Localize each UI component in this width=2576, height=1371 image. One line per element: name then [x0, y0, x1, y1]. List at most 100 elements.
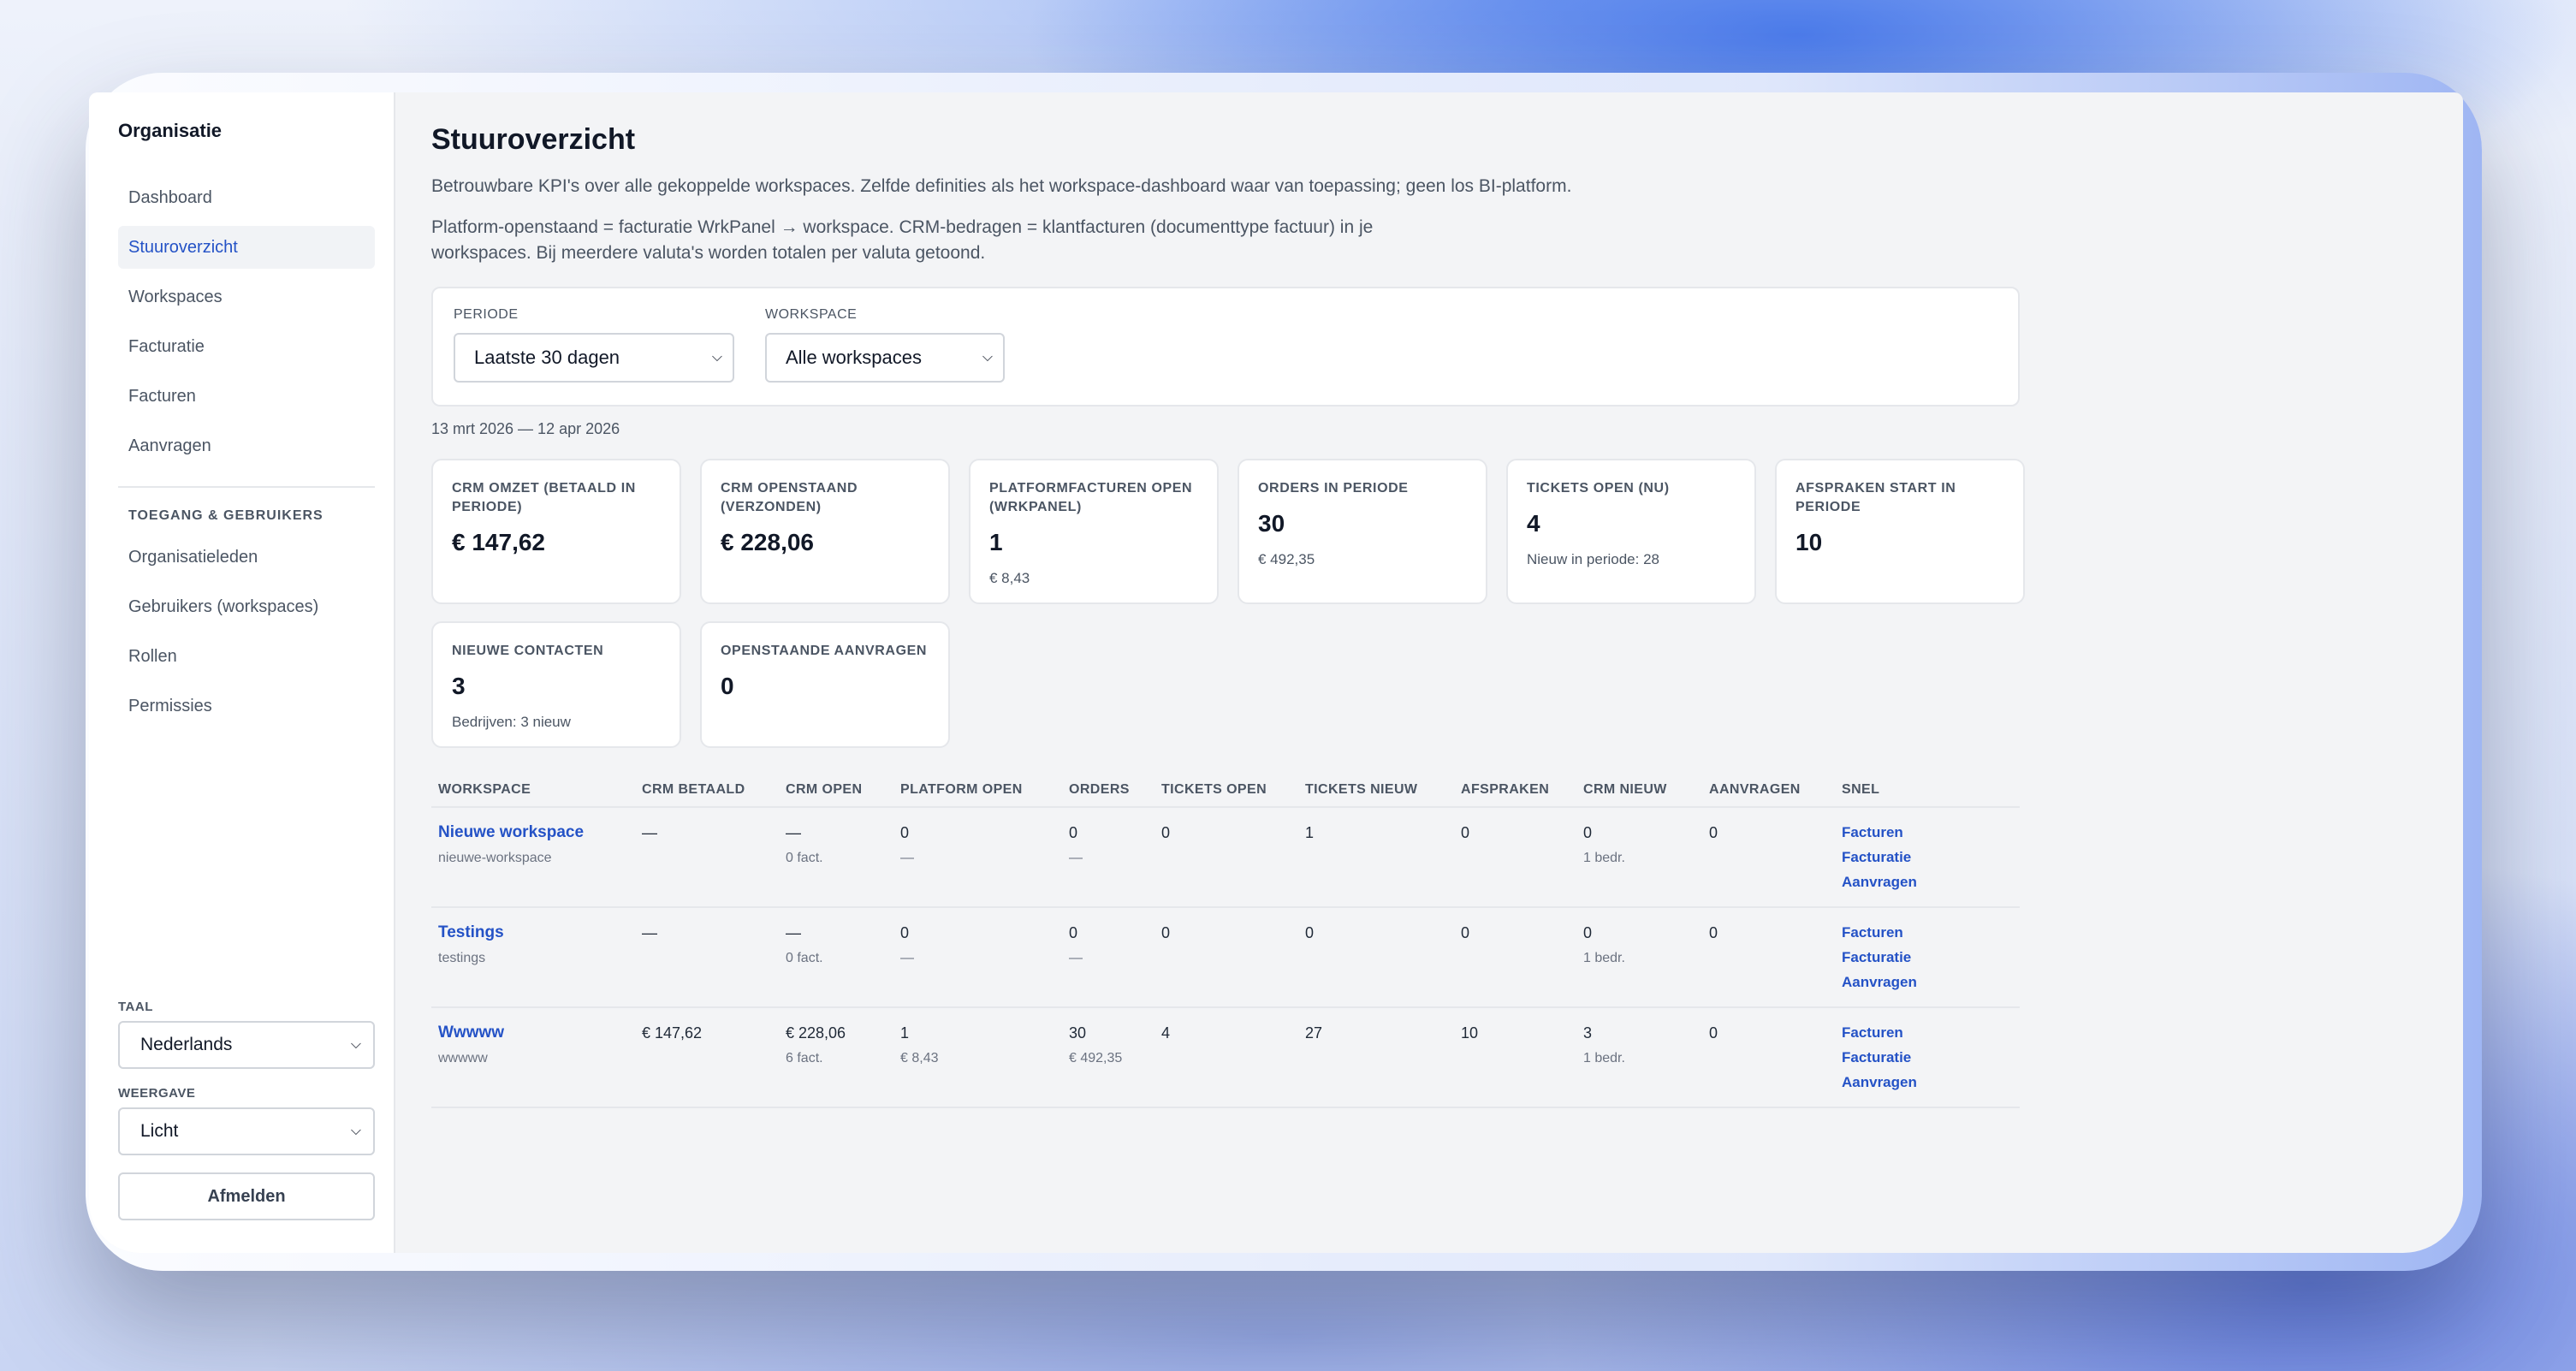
- kpi-sub: € 492,35: [1258, 551, 1315, 567]
- workspace-slug: nieuwe-workspace: [438, 851, 552, 865]
- main-content: Stuuroverzicht Betrouwbare KPI's over al…: [395, 92, 2463, 1253]
- sidebar-item-gebruikers[interactable]: Gebruikers (workspaces): [118, 585, 375, 628]
- kpi-value: 0: [721, 673, 734, 699]
- kpi-label: OPENSTAANDE AANVRAGEN: [721, 644, 928, 658]
- kpi-value: 1: [989, 529, 1003, 555]
- quick-link-facturatie[interactable]: Facturatie: [1842, 845, 2013, 869]
- language-label: TAAL: [118, 1000, 153, 1014]
- table-row: Nieuwe workspace nieuwe-workspace — — 0 fa…: [431, 807, 2020, 908]
- page-description: Betrouwbare KPI's over alle gekoppelde w…: [431, 176, 1572, 196]
- platform-open-sub: —: [900, 851, 914, 865]
- period-value: Laatste 30 dagen: [474, 347, 620, 368]
- sidebar-item-organisatieleden[interactable]: Organisatieleden: [118, 536, 375, 579]
- period-filter: PERIODE Laatste 30 dagen ⌵: [454, 307, 734, 386]
- tickets-open: 0: [1154, 807, 1298, 908]
- logout-button[interactable]: Afmelden: [118, 1172, 375, 1220]
- platform-open: 0: [900, 824, 910, 841]
- quick-links: Facturen Facturatie Aanvragen: [1835, 907, 2020, 1008]
- tickets-open: 4: [1154, 1007, 1298, 1108]
- kpi-label: PLATFORMFACTUREN OPEN (WRKPANEL): [989, 481, 1193, 514]
- sidebar-item-aanvragen[interactable]: Aanvragen: [118, 424, 375, 467]
- date-range: 13 mrt 2026 — 12 apr 2026: [431, 420, 620, 437]
- kpi-card: TICKETS OPEN (NU) 4 Nieuw in periode: 28: [1506, 459, 1756, 604]
- quick-links: Facturen Facturatie Aanvragen: [1835, 1007, 2020, 1108]
- sidebar-divider: [118, 486, 375, 488]
- quick-link-facturatie[interactable]: Facturatie: [1842, 1045, 2013, 1070]
- sidebar-item-facturen[interactable]: Facturen: [118, 375, 375, 418]
- language-select[interactable]: Nederlands ⌵: [118, 1021, 375, 1069]
- quick-link-aanvragen[interactable]: Aanvragen: [1842, 970, 2013, 994]
- display-select[interactable]: Licht ⌵: [118, 1107, 375, 1155]
- sidebar-item-stuuroverzicht[interactable]: Stuuroverzicht: [118, 226, 375, 269]
- period-label: PERIODE: [454, 307, 519, 322]
- kpi-label: AFSPRAKEN START IN PERIODE: [1795, 481, 1956, 514]
- quick-link-facturen[interactable]: Facturen: [1842, 820, 2013, 845]
- org-title: Organisatie: [118, 120, 223, 141]
- quick-link-aanvragen[interactable]: Aanvragen: [1842, 1070, 2013, 1095]
- appointments: 10: [1454, 1007, 1576, 1108]
- crm-new: 3: [1583, 1024, 1593, 1042]
- kpi-card: CRM OPENSTAAND (VERZONDEN) € 228,06: [700, 459, 950, 604]
- tickets-new: 1: [1298, 807, 1454, 908]
- platform-open: 0: [900, 924, 910, 941]
- crm-open: —: [786, 924, 801, 941]
- column-header: ORDERS: [1062, 774, 1154, 808]
- sidebar-item-workspaces[interactable]: Workspaces: [118, 276, 375, 318]
- crm-open: € 228,06: [786, 1024, 846, 1042]
- sidebar-item-rollen[interactable]: Rollen: [118, 635, 375, 678]
- period-select[interactable]: Laatste 30 dagen ⌵: [454, 333, 734, 383]
- workspace-link[interactable]: Testings: [438, 920, 628, 946]
- workspace-slug: testings: [438, 951, 486, 965]
- workspace-value: Alle workspaces: [786, 347, 922, 368]
- kpi-label: ORDERS IN PERIODE: [1258, 481, 1409, 496]
- appointments: 0: [1454, 807, 1576, 908]
- quick-link-facturen[interactable]: Facturen: [1842, 920, 2013, 945]
- table-row: Testings testings — —0 fact. 0— 0— 0 0 0 …: [431, 907, 2020, 1008]
- kpi-label: CRM OPENSTAAND (VERZONDEN): [721, 481, 858, 514]
- column-header: CRM NIEUW: [1576, 774, 1702, 808]
- crm-new-sub: 1 bedr.: [1583, 1051, 1625, 1065]
- orders-sub: € 492,35: [1069, 1051, 1123, 1065]
- workspace-select[interactable]: Alle workspaces ⌵: [765, 333, 1005, 383]
- sidebar-item-permissies[interactable]: Permissies: [118, 685, 375, 727]
- kpi-card: PLATFORMFACTUREN OPEN (WRKPANEL) 1 € 8,4…: [969, 459, 1219, 604]
- tickets-new: 27: [1298, 1007, 1454, 1108]
- page-title: Stuuroverzicht: [431, 123, 636, 156]
- workspace-link[interactable]: Nieuwe workspace: [438, 820, 628, 846]
- crm-open: —: [786, 824, 801, 841]
- kpi-value: 4: [1527, 510, 1540, 537]
- column-header: TICKETS OPEN: [1154, 774, 1298, 808]
- sidebar-item-dashboard[interactable]: Dashboard: [118, 176, 375, 219]
- orders-sub: —: [1069, 851, 1083, 865]
- kpi-card: AFSPRAKEN START IN PERIODE 10: [1775, 459, 2025, 604]
- crm-paid: —: [635, 807, 779, 908]
- kpi-card: NIEUWE CONTACTEN 3 Bedrijven: 3 nieuw: [431, 621, 681, 748]
- column-header: PLATFORM OPEN: [893, 774, 1062, 808]
- kpi-label: CRM OMZET (BETAALD IN PERIODE): [452, 481, 636, 514]
- orders: 0: [1069, 824, 1078, 841]
- chevron-down-icon: ⌵: [350, 1037, 361, 1052]
- sidebar-item-facturatie[interactable]: Facturatie: [118, 325, 375, 368]
- kpi-card: ORDERS IN PERIODE 30 € 492,35: [1238, 459, 1487, 604]
- kpi-value: 3: [452, 673, 466, 699]
- display-value: Licht: [140, 1121, 179, 1141]
- kpi-value: 10: [1795, 529, 1823, 555]
- platform-open-sub: € 8,43: [900, 1051, 939, 1065]
- crm-new: 0: [1583, 924, 1593, 941]
- page-note: Platform-openstaand = facturatie WrkPane…: [431, 217, 1374, 263]
- platform-open: 1: [900, 1024, 910, 1042]
- orders: 30: [1069, 1024, 1087, 1042]
- sidebar: Organisatie Dashboard Stuuroverzicht Wor…: [89, 92, 395, 1253]
- quick-link-aanvragen[interactable]: Aanvragen: [1842, 869, 2013, 894]
- workspace-link[interactable]: Wwwww: [438, 1020, 628, 1046]
- kpi-card: OPENSTAANDE AANVRAGEN 0: [700, 621, 950, 748]
- orders-sub: —: [1069, 951, 1083, 965]
- display-label: WEERGAVE: [118, 1086, 196, 1101]
- quick-link-facturatie[interactable]: Facturatie: [1842, 945, 2013, 970]
- quick-link-facturen[interactable]: Facturen: [1842, 1020, 2013, 1045]
- column-header: SNEL: [1835, 774, 2020, 808]
- kpi-grid: CRM OMZET (BETAALD IN PERIODE) € 147,62 …: [431, 459, 2032, 748]
- quick-links: Facturen Facturatie Aanvragen: [1835, 807, 2020, 908]
- crm-open-sub: 6 fact.: [786, 1051, 823, 1065]
- chevron-down-icon: ⌵: [982, 350, 993, 365]
